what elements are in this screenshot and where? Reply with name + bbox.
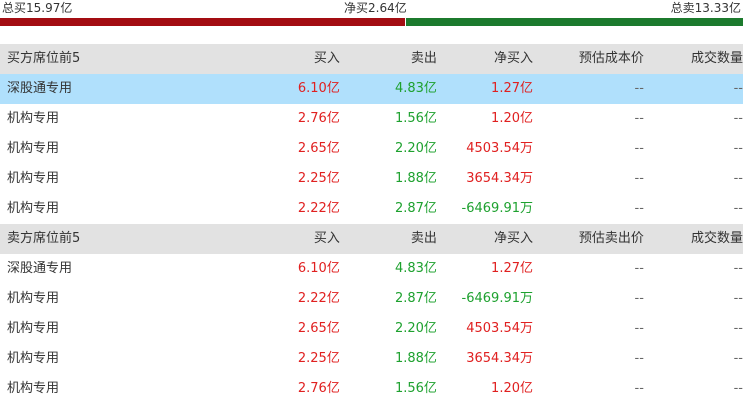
seat-tables: 买方席位前5 买入 卖出 净买入 预估成本价 成交数量 深股通专用 6.10亿 4.…	[0, 44, 743, 404]
trade-volume: --	[733, 201, 743, 216]
trade-volume: --	[733, 81, 743, 96]
header-seat: 卖方席位前5	[7, 231, 81, 246]
seat-name: 深股通专用	[7, 81, 73, 96]
header-sell: 卖出	[410, 51, 437, 66]
header-net: 净买入	[493, 51, 533, 66]
net-buy-amount: 1.27亿	[491, 261, 533, 276]
sell-amount: 2.20亿	[394, 321, 437, 336]
buy-amount: 2.65亿	[297, 321, 340, 336]
table-row[interactable]: 机构专用 2.25亿 1.88亿 3654.34万 -- --	[0, 164, 743, 194]
buy-sell-ratio-bar	[0, 16, 743, 28]
seat-name: 机构专用	[7, 141, 60, 156]
sell-amount: 1.56亿	[394, 381, 437, 396]
estimated-price: --	[634, 111, 644, 126]
net-buy-amount: 4503.54万	[466, 141, 533, 156]
table-row[interactable]: 机构专用 2.25亿 1.88亿 3654.34万 -- --	[0, 344, 743, 374]
header-seat: 买方席位前5	[7, 51, 81, 66]
buy-amount: 2.22亿	[297, 291, 340, 306]
trade-volume: --	[733, 261, 743, 276]
table-row[interactable]: 机构专用 2.65亿 2.20亿 4503.54万 -- --	[0, 134, 743, 164]
table-row[interactable]: 机构专用 2.76亿 1.56亿 1.20亿 -- --	[0, 104, 743, 134]
seat-name: 机构专用	[7, 381, 60, 396]
seat-name: 机构专用	[7, 321, 60, 336]
trade-volume: --	[733, 381, 743, 396]
sell-seat-rows: 深股通专用 6.10亿 4.83亿 1.27亿 -- -- 机构专用 2.22亿 2.87亿 -6…	[0, 254, 743, 404]
table-row[interactable]: 深股通专用 6.10亿 4.83亿 1.27亿 -- --	[0, 254, 743, 284]
net-buy-amount: 1.20亿	[491, 381, 533, 396]
header-net: 净买入	[493, 231, 533, 246]
header-buy: 买入	[313, 231, 340, 246]
seat-name: 机构专用	[7, 291, 60, 306]
seat-name: 机构专用	[7, 171, 60, 186]
sell-amount: 1.56亿	[394, 111, 437, 126]
estimated-price: --	[634, 261, 644, 276]
net-buy-amount: 3654.34万	[466, 171, 533, 186]
sell-amount: 4.83亿	[394, 81, 437, 96]
header-volume: 成交数量	[690, 51, 743, 66]
sell-ratio-fill	[406, 18, 743, 26]
estimated-price: --	[634, 81, 644, 96]
table-row[interactable]: 机构专用 2.22亿 2.87亿 -6469.91万 -- --	[0, 194, 743, 224]
trade-volume: --	[733, 321, 743, 336]
estimated-price: --	[634, 141, 644, 156]
header-price: 预估成本价	[578, 51, 644, 66]
sell-section-header: 卖方席位前5 买入 卖出 净买入 预估卖出价 成交数量	[0, 224, 743, 254]
estimated-price: --	[634, 201, 644, 216]
net-buy-amount: 3654.34万	[466, 351, 533, 366]
seat-name: 机构专用	[7, 111, 60, 126]
table-row[interactable]: 机构专用 2.76亿 1.56亿 1.20亿 -- --	[0, 374, 743, 404]
header-volume: 成交数量	[690, 231, 743, 246]
buy-amount: 2.25亿	[297, 351, 340, 366]
buy-amount: 6.10亿	[297, 261, 340, 276]
sell-amount: 2.20亿	[394, 141, 437, 156]
header-sell: 卖出	[410, 231, 437, 246]
buy-ratio-fill	[0, 18, 405, 26]
net-buy-amount: -6469.91万	[461, 201, 533, 216]
estimated-price: --	[634, 321, 644, 336]
estimated-price: --	[634, 171, 644, 186]
seat-name: 深股通专用	[7, 261, 73, 276]
net-buy-amount: 4503.54万	[466, 321, 533, 336]
buy-amount: 2.76亿	[297, 111, 340, 126]
net-buy-amount: 1.20亿	[491, 111, 533, 126]
trade-volume: --	[733, 351, 743, 366]
sell-amount: 2.87亿	[394, 201, 437, 216]
header-price: 预估卖出价	[578, 231, 644, 246]
estimated-price: --	[634, 291, 644, 306]
estimated-price: --	[634, 351, 644, 366]
trade-volume: --	[733, 141, 743, 156]
table-row[interactable]: 机构专用 2.22亿 2.87亿 -6469.91万 -- --	[0, 284, 743, 314]
table-row[interactable]: 深股通专用 6.10亿 4.83亿 1.27亿 -- --	[0, 74, 743, 104]
summary-line: 总买15.97亿 净买2.64亿 总卖13.33亿	[0, 0, 743, 16]
net-buy-amount: 1.27亿	[491, 81, 533, 96]
total-buy-label: 总买15.97亿	[2, 1, 73, 15]
sell-amount: 1.88亿	[394, 171, 437, 186]
buy-amount: 6.10亿	[297, 81, 340, 96]
trade-volume: --	[733, 291, 743, 306]
buy-seat-rows: 深股通专用 6.10亿 4.83亿 1.27亿 -- -- 机构专用 2.76亿 1.56亿 1.…	[0, 74, 743, 224]
trade-volume: --	[733, 171, 743, 186]
estimated-price: --	[634, 381, 644, 396]
header-buy: 买入	[313, 51, 340, 66]
buy-amount: 2.25亿	[297, 171, 340, 186]
buy-amount: 2.22亿	[297, 201, 340, 216]
net-buy-amount: -6469.91万	[461, 291, 533, 306]
buy-amount: 2.76亿	[297, 381, 340, 396]
buy-amount: 2.65亿	[297, 141, 340, 156]
sell-amount: 4.83亿	[394, 261, 437, 276]
total-sell-label: 总卖13.33亿	[670, 1, 741, 15]
net-buy-label: 净买2.64亿	[344, 1, 407, 15]
buy-section-header: 买方席位前5 买入 卖出 净买入 预估成本价 成交数量	[0, 44, 743, 74]
sell-amount: 2.87亿	[394, 291, 437, 306]
seat-name: 机构专用	[7, 351, 60, 366]
trade-volume: --	[733, 111, 743, 126]
sell-amount: 1.88亿	[394, 351, 437, 366]
table-row[interactable]: 机构专用 2.65亿 2.20亿 4503.54万 -- --	[0, 314, 743, 344]
seat-name: 机构专用	[7, 201, 60, 216]
